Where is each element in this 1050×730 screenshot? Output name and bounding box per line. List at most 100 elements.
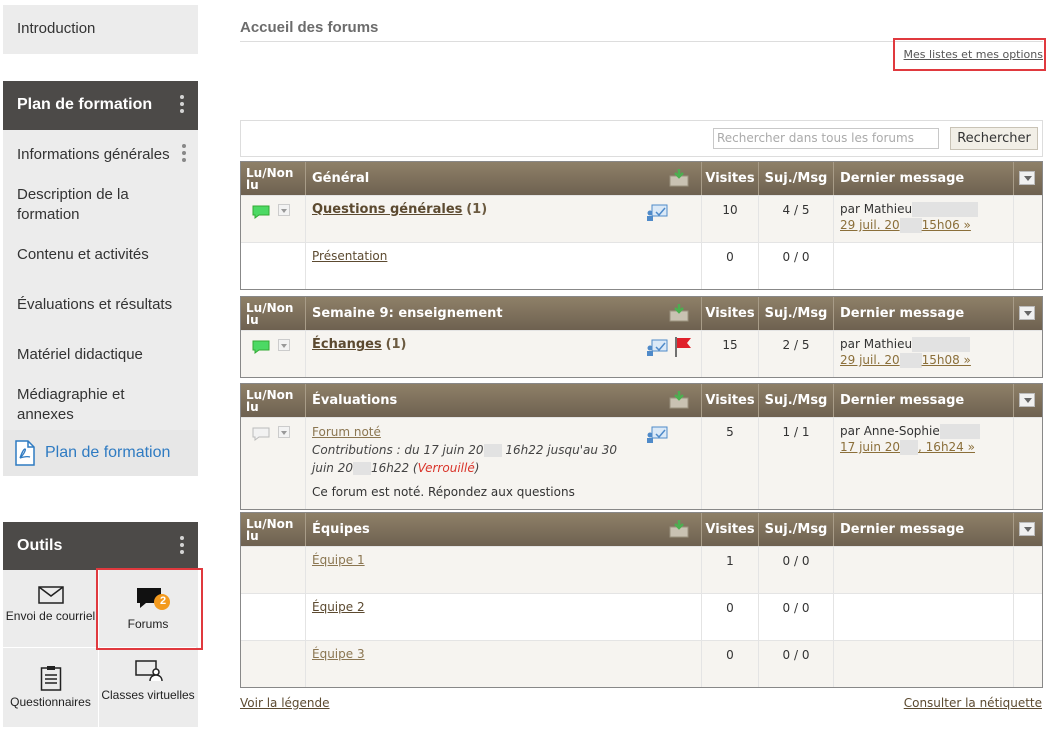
group-menu[interactable]	[1014, 384, 1042, 417]
contrib-text: 16h22 (	[370, 461, 418, 475]
group-menu[interactable]	[1014, 513, 1042, 546]
group-menu[interactable]	[1014, 297, 1042, 330]
unread-bubble-icon	[252, 205, 270, 219]
subscribe-mail-icon[interactable]	[669, 304, 689, 322]
tool-questionnaires[interactable]: Questionnaires	[3, 649, 99, 727]
search-input[interactable]: Rechercher dans tous les forums	[713, 128, 939, 149]
last-date-part: 15h08 »	[921, 353, 971, 367]
forum-group-name[interactable]: Général	[306, 162, 702, 195]
last-message-link[interactable]: 17 juin 20 , 16h24 »	[840, 440, 975, 455]
tools-panel-title: Outils	[17, 537, 63, 554]
chevron-down-icon[interactable]	[1019, 306, 1035, 320]
forum-link[interactable]: Équipe 1	[312, 553, 365, 567]
sidebar-item-description[interactable]: Description de la formation	[3, 180, 198, 230]
col-last: Dernier message	[834, 384, 1014, 417]
forum-group-general: Lu/Non lu Général Visites Suj./Msg Derni…	[240, 161, 1043, 290]
topics-cell: 0 / 0	[759, 547, 834, 593]
last-date-part: 17 juin 20	[840, 440, 901, 454]
tool-questionnaires-label: Questionnaires	[10, 695, 91, 709]
tool-virtual-classes[interactable]: Classes virtuelles	[100, 649, 196, 727]
table-row: Présentation 0 0 / 0	[241, 242, 1042, 289]
forum-link[interactable]: Équipe 2	[312, 600, 365, 614]
virtual-class-icon	[135, 660, 163, 682]
col-topics: Suj./Msg	[759, 297, 834, 330]
more-vertical-icon[interactable]	[180, 95, 184, 113]
redacted	[912, 202, 979, 217]
topics-cell: 1 / 1	[759, 418, 834, 509]
forum-group-evaluations: Lu/Non lu Évaluations Visites Suj./Msg D…	[240, 383, 1043, 510]
group-menu[interactable]	[1014, 162, 1042, 195]
more-vertical-icon[interactable]	[180, 536, 184, 554]
col-visits: Visites	[702, 513, 759, 546]
chevron-down-icon[interactable]	[278, 204, 290, 216]
sidebar-item-introduction[interactable]: Introduction	[3, 5, 198, 54]
chevron-down-icon[interactable]	[278, 339, 290, 351]
col-topics: Suj./Msg	[759, 513, 834, 546]
col-read: Lu/Non lu	[241, 162, 306, 195]
plan-panel-title: Plan de formation	[17, 96, 153, 113]
tool-email-label: Envoi de courriel	[5, 609, 96, 623]
forum-group-title: Semaine 9: enseignement	[312, 306, 503, 321]
pdf-icon	[15, 440, 35, 466]
forum-header: Lu/Non lu Équipes Visites Suj./Msg Derni…	[241, 513, 1042, 546]
forum-link[interactable]: Équipe 3	[312, 647, 365, 661]
redacted	[939, 424, 980, 439]
visits-cell: 10	[702, 196, 759, 242]
col-read: Lu/Non lu	[241, 384, 306, 417]
col-visits: Visites	[702, 297, 759, 330]
last-message-link[interactable]: 29 juil. 20 15h06 »	[840, 218, 971, 233]
chevron-down-icon[interactable]	[1019, 171, 1035, 185]
forum-link[interactable]: Échanges	[312, 337, 382, 352]
forum-link[interactable]: Présentation	[312, 249, 387, 263]
sidebar-item-materiel[interactable]: Matériel didactique	[3, 330, 198, 380]
legend-link[interactable]: Voir la légende	[240, 696, 330, 710]
col-read: Lu/Non lu	[241, 513, 306, 546]
forum-link[interactable]: Forum noté	[312, 425, 381, 439]
search-bar: Rechercher dans tous les forums Recherch…	[240, 120, 1043, 157]
tool-email[interactable]: Envoi de courriel	[3, 570, 99, 648]
moderator-icon	[647, 426, 668, 443]
forum-group-name[interactable]: Évaluations	[306, 384, 702, 417]
sidebar-item-mediagraphie[interactable]: Médiagraphie et annexes	[3, 380, 198, 430]
sidebar-item-evaluations[interactable]: Évaluations et résultats	[3, 280, 198, 330]
col-last: Dernier message	[834, 513, 1014, 546]
contrib-text: )	[474, 461, 480, 475]
visits-cell: 5	[702, 418, 759, 509]
more-vertical-icon[interactable]	[182, 144, 186, 162]
sidebar-item-plan-pdf[interactable]: Plan de formation	[3, 144, 198, 476]
forum-group-name[interactable]: Équipes	[306, 513, 702, 546]
last-message-link[interactable]: 29 juil. 20 15h08 »	[840, 353, 971, 368]
tools-panel-header: Outils	[3, 522, 198, 571]
redacted	[899, 353, 922, 368]
sidebar-item-informations[interactable]: Informations générales	[3, 130, 198, 180]
clipboard-icon	[40, 666, 62, 691]
chevron-down-icon[interactable]	[1019, 393, 1035, 407]
visits-cell: 0	[702, 641, 759, 687]
netiquette-link[interactable]: Consulter la nétiquette	[904, 696, 1042, 710]
subscribe-mail-icon[interactable]	[669, 520, 689, 538]
table-row: Forum noté Contributions : du 17 juin 20…	[241, 417, 1042, 509]
forum-link[interactable]: Questions générales	[312, 202, 462, 217]
visits-cell: 0	[702, 243, 759, 289]
plan-panel-header: Plan de formation	[3, 81, 198, 130]
forum-header: Lu/Non lu Général Visites Suj./Msg Derni…	[241, 162, 1042, 195]
table-row: Équipe 1 1 0 / 0	[241, 546, 1042, 593]
visits-cell: 0	[702, 594, 759, 640]
forum-group-semaine9: Lu/Non lu Semaine 9: enseignement Visite…	[240, 296, 1043, 378]
moderator-icon	[647, 204, 668, 221]
last-author: par Mathieu	[840, 337, 913, 351]
contrib-text: juin 20	[312, 461, 353, 475]
sidebar-item-contenu[interactable]: Contenu et activités	[3, 230, 198, 280]
chevron-down-icon[interactable]	[1019, 522, 1035, 536]
contrib-text: Contributions : du 17 juin 20	[312, 443, 484, 457]
forum-group-title: Équipes	[312, 522, 370, 537]
forums-tool-highlight	[96, 568, 203, 650]
search-button[interactable]: Rechercher	[950, 127, 1038, 150]
subscribe-mail-icon[interactable]	[669, 169, 689, 187]
forum-group-name[interactable]: Semaine 9: enseignement	[306, 297, 702, 330]
subscribe-mail-icon[interactable]	[669, 391, 689, 409]
forum-group-title: Général	[312, 171, 370, 186]
last-author: par Mathieu	[840, 202, 913, 216]
chevron-down-icon[interactable]	[278, 426, 290, 438]
plan-list: Informations générales Description de la…	[3, 130, 198, 476]
